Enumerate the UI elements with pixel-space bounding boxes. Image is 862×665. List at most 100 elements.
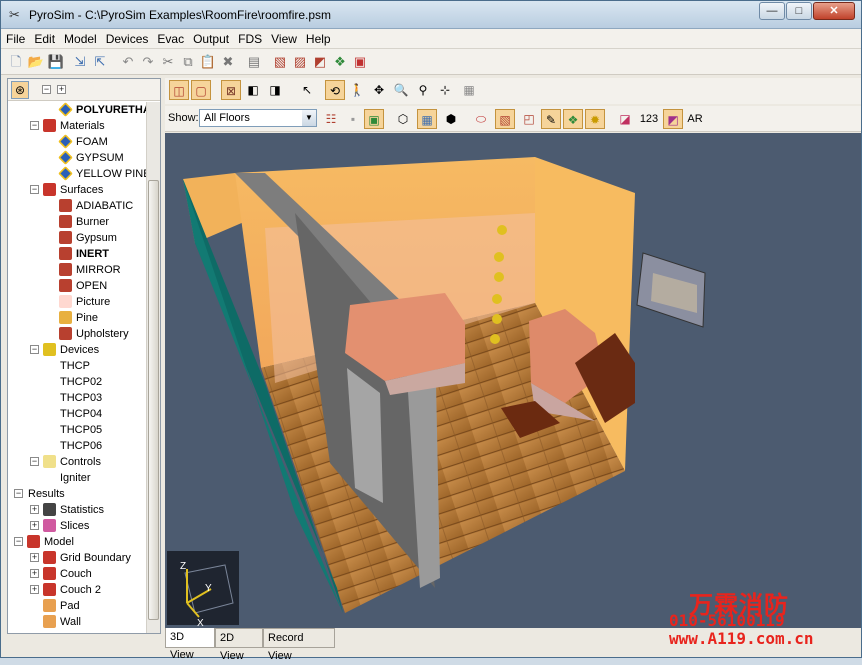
- tree-item[interactable]: Igniter: [8, 470, 146, 486]
- title-bar[interactable]: ✂ PyroSim - C:\PyroSim Examples\RoomFire…: [1, 1, 861, 29]
- block-view-icon[interactable]: ◫: [169, 80, 189, 100]
- tree-item[interactable]: THCP: [8, 358, 146, 374]
- tree-item[interactable]: + Grid Boundary: [8, 550, 146, 566]
- tree-item[interactable]: THCP03: [8, 390, 146, 406]
- tree-item[interactable]: POLYURETHANE: [8, 102, 146, 118]
- show-textures-icon[interactable]: ◩: [663, 109, 683, 129]
- show-labels-icon[interactable]: 123: [639, 109, 659, 129]
- tree-item[interactable]: YELLOW PINE: [8, 166, 146, 182]
- menu-output[interactable]: Output: [188, 29, 233, 46]
- tree-item[interactable]: + Statistics: [8, 502, 146, 518]
- save-icon[interactable]: 💾: [47, 53, 65, 71]
- show-vents-icon[interactable]: ⬭: [471, 109, 491, 129]
- maximize-button[interactable]: □: [786, 2, 812, 20]
- tree-scroll-thumb[interactable]: [148, 180, 159, 620]
- export-icon[interactable]: ⇱: [91, 53, 109, 71]
- 3d-viewport[interactable]: Z Y X: [165, 133, 861, 628]
- open-icon[interactable]: 📂: [27, 53, 45, 71]
- menu-view[interactable]: View: [266, 29, 301, 46]
- pan-tool-icon[interactable]: ✥: [369, 80, 389, 100]
- floor-background-icon[interactable]: ▪: [343, 109, 363, 129]
- expand-icon[interactable]: +: [30, 553, 39, 562]
- tree-item[interactable]: Upholstery: [8, 326, 146, 342]
- collapse-all-icon[interactable]: −: [42, 85, 51, 94]
- floor-settings-icon[interactable]: ☷: [321, 109, 341, 129]
- show-image-icon[interactable]: ▣: [364, 109, 384, 129]
- undo-icon[interactable]: ↶: [119, 53, 137, 71]
- show-meshes-icon[interactable]: ⬡: [393, 109, 413, 129]
- results-icon[interactable]: ❖: [331, 53, 349, 71]
- show-slices-icon[interactable]: ◪: [615, 109, 635, 129]
- reset-view-icon[interactable]: ⊹: [435, 80, 455, 100]
- tree-item[interactable]: Picture: [8, 294, 146, 310]
- menu-model[interactable]: Model: [59, 29, 101, 46]
- delete-icon[interactable]: ✖: [219, 53, 237, 71]
- close-button[interactable]: ✕: [813, 2, 855, 20]
- tree-item[interactable]: − Results: [8, 486, 146, 502]
- expand-all-icon[interactable]: +: [57, 85, 66, 94]
- tree-item[interactable]: GYPSUM: [8, 150, 146, 166]
- show-shaded-icon[interactable]: ◧: [243, 80, 263, 100]
- tree-item[interactable]: + Couch 2: [8, 582, 146, 598]
- tree-item[interactable]: − Model: [8, 534, 146, 550]
- menu-fds[interactable]: FDS: [233, 29, 266, 46]
- tree-item[interactable]: Burner: [8, 214, 146, 230]
- tree-item[interactable]: Pine: [8, 310, 146, 326]
- cut-icon[interactable]: ✂: [159, 53, 177, 71]
- paste-icon[interactable]: 📋: [199, 53, 217, 71]
- view-results-icon[interactable]: ▣: [351, 53, 369, 71]
- show-devices-icon[interactable]: ✹: [585, 109, 605, 129]
- filter-icon[interactable]: ⊛: [11, 81, 29, 99]
- tree-item[interactable]: MIRROR: [8, 262, 146, 278]
- redo-icon[interactable]: ↷: [139, 53, 157, 71]
- tree-item[interactable]: Wall: [8, 614, 146, 630]
- expand-icon[interactable]: +: [30, 505, 39, 514]
- tree-item[interactable]: Gypsum: [8, 230, 146, 246]
- collapse-icon[interactable]: −: [30, 457, 39, 466]
- run-fds-icon[interactable]: ▧: [271, 53, 289, 71]
- tree-item[interactable]: − Controls: [8, 454, 146, 470]
- tree-item[interactable]: − Surfaces: [8, 182, 146, 198]
- model-tree[interactable]: POLYURETHANE − Materials FOAM GYPSUM YELLOW P…: [8, 102, 146, 633]
- zoom-tool-icon[interactable]: 🔍: [391, 80, 411, 100]
- tree-item[interactable]: THCP05: [8, 422, 146, 438]
- tab-3d-view[interactable]: 3D View: [165, 628, 215, 661]
- walk-tool-icon[interactable]: 🚶: [347, 80, 367, 100]
- tree-item[interactable]: + Couch: [8, 566, 146, 582]
- orbit-tool-icon[interactable]: ⟲: [325, 80, 345, 100]
- tab-2d-view[interactable]: 2D View: [215, 628, 263, 662]
- tree-item[interactable]: OPEN: [8, 278, 146, 294]
- expand-icon[interactable]: +: [30, 585, 39, 594]
- tree-item[interactable]: THCP04: [8, 406, 146, 422]
- copy-icon[interactable]: ⧉: [179, 53, 197, 71]
- tree-item[interactable]: INERT: [8, 246, 146, 262]
- show-notes-icon[interactable]: ✎: [541, 109, 561, 129]
- show-grid-icon[interactable]: ▦: [417, 109, 437, 129]
- show-wireframe-icon[interactable]: ◨: [265, 80, 285, 100]
- tree-item[interactable]: ADIABATIC: [8, 198, 146, 214]
- show-holes-icon[interactable]: ◰: [519, 109, 539, 129]
- camera-icon[interactable]: ▦: [459, 80, 479, 100]
- expand-icon[interactable]: +: [30, 521, 39, 530]
- collapse-icon[interactable]: −: [30, 345, 39, 354]
- tree-item[interactable]: − Devices: [8, 342, 146, 358]
- tree-item[interactable]: FOAM: [8, 134, 146, 150]
- properties-icon[interactable]: ▤: [245, 53, 263, 71]
- show-obstructions-icon[interactable]: ▧: [495, 109, 515, 129]
- tree-item[interactable]: − Materials: [8, 118, 146, 134]
- floor-select[interactable]: All Floors ▼: [199, 109, 317, 127]
- expand-icon[interactable]: +: [30, 569, 39, 578]
- hide-objects-icon[interactable]: ⊠: [221, 80, 241, 100]
- select-tool-icon[interactable]: ↖: [297, 80, 317, 100]
- tree-item[interactable]: Pad: [8, 598, 146, 614]
- menu-help[interactable]: Help: [301, 29, 335, 46]
- new-icon[interactable]: 🗋: [7, 53, 25, 71]
- collapse-icon[interactable]: −: [30, 185, 39, 194]
- aspect-ratio-icon[interactable]: AR: [685, 109, 705, 129]
- show-groups-icon[interactable]: ❖: [563, 109, 583, 129]
- show-outline-icon[interactable]: ⬢: [441, 109, 461, 129]
- zoom-box-icon[interactable]: ⚲: [413, 80, 433, 100]
- menu-file[interactable]: File: [1, 29, 29, 46]
- import-icon[interactable]: ⇲: [71, 53, 89, 71]
- run-parallel-icon[interactable]: ▨: [291, 53, 309, 71]
